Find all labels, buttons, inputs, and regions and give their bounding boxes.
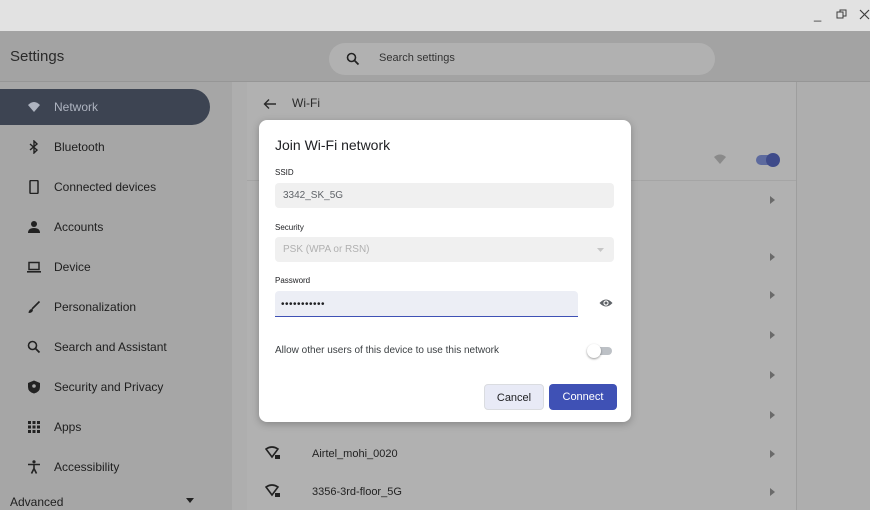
sidebar-item-label: Connected devices (54, 180, 157, 194)
window-titlebar: _ (0, 0, 870, 31)
phone-icon (29, 180, 39, 194)
wifi-secured-icon (265, 484, 280, 497)
chevron-right-icon (770, 450, 775, 458)
search-input[interactable]: Search settings (329, 43, 715, 75)
network-name: Airtel_mohi_0020 (312, 448, 398, 460)
sidebar-item-accessibility[interactable]: Accessibility (0, 449, 210, 485)
security-value: PSK (WPA or RSN) (283, 244, 370, 255)
share-network-toggle[interactable] (587, 344, 612, 358)
search-placeholder: Search settings (379, 52, 455, 64)
sidebar-item-label: Network (54, 100, 99, 114)
page-title: Wi-Fi (292, 96, 320, 110)
sidebar-item-label: Device (54, 260, 91, 274)
chevron-right-icon (770, 196, 775, 204)
back-arrow-icon[interactable] (263, 98, 277, 110)
chevron-down-icon (186, 498, 194, 503)
sidebar-item-apps[interactable]: Apps (0, 409, 210, 445)
sidebar-item-label: Accessibility (54, 460, 120, 474)
chevron-down-icon (597, 248, 604, 252)
sidebar: Network Bluetooth Connected devices Acco… (0, 82, 232, 510)
sidebar-item-security-privacy[interactable]: Security and Privacy (0, 369, 210, 405)
sidebar-item-label: Bluetooth (54, 140, 105, 154)
password-label: Password (275, 276, 311, 285)
sidebar-item-bluetooth[interactable]: Bluetooth (0, 129, 210, 165)
search-icon (27, 340, 41, 354)
settings-header: Settings Search settings (0, 31, 870, 82)
person-icon (28, 221, 40, 233)
password-value: ••••••••••• (281, 299, 326, 310)
wifi-icon (28, 102, 40, 112)
ssid-field[interactable]: 3342_SK_5G (275, 183, 614, 208)
chevron-right-icon (770, 371, 775, 379)
sidebar-item-network[interactable]: Network (0, 89, 210, 125)
sidebar-item-personalization[interactable]: Personalization (0, 289, 210, 325)
share-network-label: Allow other users of this device to use … (275, 345, 499, 356)
search-icon (346, 52, 360, 66)
wifi-add-icon (714, 154, 726, 164)
accessibility-icon (28, 460, 40, 474)
chevron-right-icon (770, 331, 775, 339)
network-name: 3356-3rd-floor_5G (312, 486, 402, 498)
brush-icon (28, 300, 41, 313)
password-field[interactable]: ••••••••••• (275, 291, 578, 317)
laptop-icon (27, 261, 41, 273)
sidebar-item-label: Personalization (54, 300, 137, 314)
sidebar-item-label: Search and Assistant (54, 340, 167, 354)
security-select: PSK (WPA or RSN) (275, 237, 614, 262)
wifi-toggle[interactable] (756, 153, 780, 167)
dialog-title: Join Wi-Fi network (275, 137, 391, 153)
chevron-right-icon (770, 488, 775, 496)
advanced-section-toggle[interactable]: Advanced (10, 495, 63, 509)
apps-grid-icon (28, 421, 40, 433)
security-label: Security (275, 223, 304, 232)
right-gutter (796, 82, 870, 510)
toggle-knob (587, 344, 601, 358)
minimize-icon[interactable]: _ (814, 8, 821, 22)
sidebar-item-label: Security and Privacy (54, 380, 164, 394)
ssid-label: SSID (275, 168, 294, 177)
sidebar-item-label: Apps (54, 420, 82, 434)
wifi-secured-icon (265, 446, 280, 459)
connect-button[interactable]: Connect (549, 384, 617, 410)
chevron-right-icon (770, 411, 775, 419)
app-title: Settings (10, 48, 65, 65)
sidebar-item-label: Accounts (54, 220, 104, 234)
close-icon[interactable] (859, 9, 870, 20)
list-item[interactable]: Airtel_mohi_0020 (247, 436, 796, 472)
ssid-value: 3342_SK_5G (283, 190, 344, 201)
join-wifi-dialog: Join Wi-Fi network SSID 3342_SK_5G Secur… (259, 120, 631, 422)
toggle-knob (766, 153, 780, 167)
shield-icon (28, 380, 40, 394)
restore-icon[interactable] (836, 9, 847, 20)
sidebar-item-connected-devices[interactable]: Connected devices (0, 169, 210, 205)
cancel-button[interactable]: Cancel (484, 384, 544, 410)
list-item[interactable]: 3356-3rd-floor_5G (247, 474, 796, 510)
chevron-right-icon (770, 291, 775, 299)
eye-icon[interactable] (599, 298, 613, 308)
sidebar-item-accounts[interactable]: Accounts (0, 209, 210, 245)
chevron-right-icon (770, 253, 775, 261)
sidebar-item-device[interactable]: Device (0, 249, 210, 285)
sidebar-item-search-assistant[interactable]: Search and Assistant (0, 329, 210, 365)
bluetooth-icon (29, 140, 39, 154)
